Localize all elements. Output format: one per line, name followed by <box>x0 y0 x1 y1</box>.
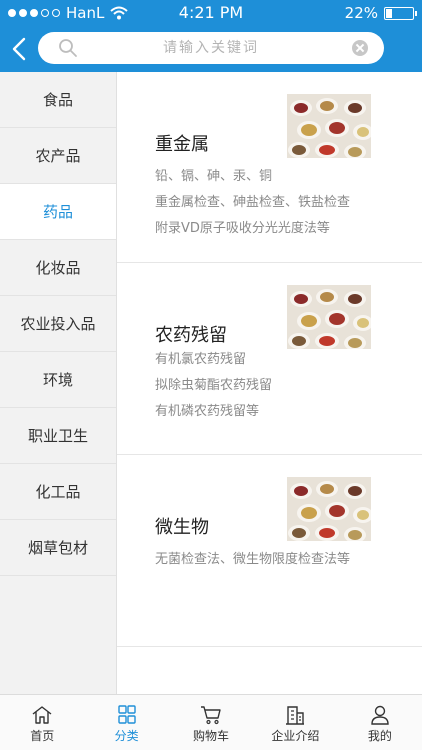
grid-icon <box>117 705 136 724</box>
tab-category[interactable]: 分类 <box>84 695 168 750</box>
back-icon[interactable] <box>8 36 32 62</box>
card-line: 无菌检查法、微生物限度检查法等 <box>155 552 351 567</box>
category-card[interactable]: 农药残留 有机氯农药残留 拟除虫菊酯农药残留 有机磷农药残留等 <box>117 263 422 455</box>
sidebar-item-chemicals[interactable]: 化工品 <box>0 464 116 520</box>
card-line: 有机磷农药残留等 <box>155 404 260 419</box>
card-title: 重金属 <box>155 134 209 155</box>
sidebar-item-label: 农产品 <box>35 147 81 165</box>
search-box[interactable] <box>38 32 384 64</box>
building-icon <box>286 706 305 725</box>
category-content: 重金属 铅、镉、砷、汞、铜 重金属检查、砷盐检查、铁盐检查 附录VD原子吸收分光… <box>117 72 422 694</box>
sidebar-item-label: 化工品 <box>35 483 81 501</box>
tab-bar: 首页 分类 购物车 企业介绍 我的 <box>0 694 422 750</box>
sidebar-item-label: 食品 <box>42 91 73 109</box>
tab-home[interactable]: 首页 <box>0 695 84 750</box>
tab-label: 企业介绍 <box>271 729 320 743</box>
clear-icon[interactable] <box>352 40 368 56</box>
card-line: 铅、镉、砷、汞、铜 <box>155 169 273 184</box>
tab-cart[interactable]: 购物车 <box>169 695 253 750</box>
sidebar-item-food[interactable]: 食品 <box>0 72 116 128</box>
tab-label: 分类 <box>114 729 139 743</box>
category-sidebar: 食品 农产品 药品 化妆品 农业投入品 环境 职业卫生 化工品 烟草包材 <box>0 72 117 694</box>
battery-percent: 22% <box>344 4 378 22</box>
sample-image <box>287 477 371 541</box>
tab-label: 购物车 <box>193 729 230 743</box>
sidebar-item-agricultural-inputs[interactable]: 农业投入品 <box>0 296 116 352</box>
card-title: 微生物 <box>155 517 209 538</box>
status-bar: HanL 4:21 PM 22% <box>0 0 422 26</box>
sample-image <box>287 285 371 349</box>
sidebar-item-label: 农业投入品 <box>20 315 96 333</box>
search-header <box>0 26 422 72</box>
sidebar-item-label: 药品 <box>42 203 73 221</box>
sidebar-item-cosmetics[interactable]: 化妆品 <box>0 240 116 296</box>
card-line: 拟除虫菊酯农药残留 <box>155 378 273 393</box>
tab-label: 首页 <box>30 729 55 743</box>
card-line: 重金属检查、砷盐检查、铁盐检查 <box>155 195 351 210</box>
search-icon <box>59 39 77 57</box>
sidebar-item-label: 烟草包材 <box>27 539 88 557</box>
user-icon <box>371 705 389 725</box>
card-line: 有机氯农药残留 <box>155 352 247 367</box>
sample-image <box>287 94 371 158</box>
sidebar-item-label: 环境 <box>42 371 73 389</box>
category-card[interactable]: 微生物 无菌检查法、微生物限度检查法等 <box>117 455 422 647</box>
tab-mine[interactable]: 我的 <box>338 695 422 750</box>
battery-icon <box>384 6 417 20</box>
sidebar-item-tobacco-packaging[interactable]: 烟草包材 <box>0 520 116 576</box>
card-title: 农药残留 <box>155 325 227 346</box>
sidebar-item-label: 化妆品 <box>35 259 81 277</box>
sidebar-item-label: 职业卫生 <box>27 427 88 445</box>
sidebar-item-occupational-health[interactable]: 职业卫生 <box>0 408 116 464</box>
home-icon <box>32 706 52 724</box>
sidebar-item-agricultural-products[interactable]: 农产品 <box>0 128 116 184</box>
card-line: 附录VD原子吸收分光光度法等 <box>155 221 330 236</box>
sidebar-item-medicine[interactable]: 药品 <box>0 184 116 240</box>
category-card[interactable]: 重金属 铅、镉、砷、汞、铜 重金属检查、砷盐检查、铁盐检查 附录VD原子吸收分光… <box>117 72 422 263</box>
cart-icon <box>201 706 221 725</box>
search-input[interactable] <box>86 36 336 60</box>
tab-company[interactable]: 企业介绍 <box>253 695 337 750</box>
sidebar-item-environment[interactable]: 环境 <box>0 352 116 408</box>
tab-label: 我的 <box>367 729 392 743</box>
